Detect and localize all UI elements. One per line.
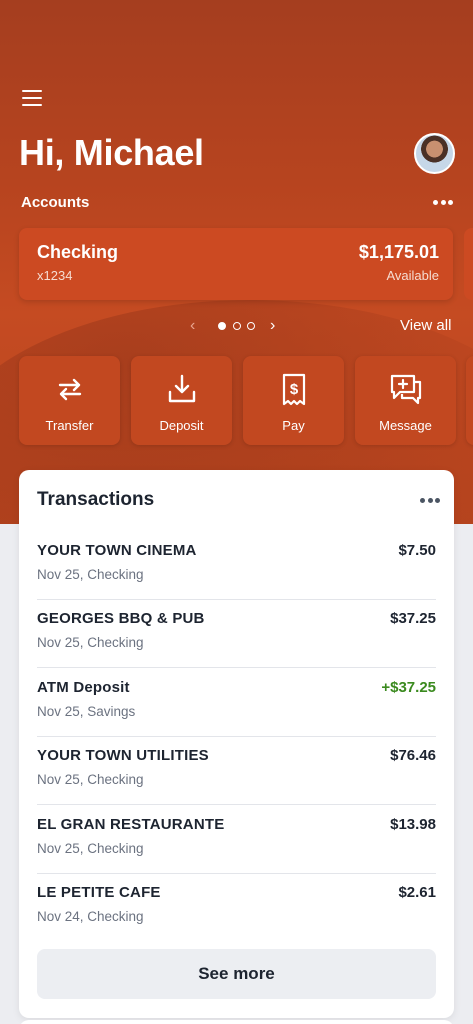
transaction-row[interactable]: ATM Deposit Nov 25, Savings +$37.25 [37,669,436,737]
transactions-more-icon[interactable] [420,497,440,503]
transaction-meta: Nov 25, Savings [37,704,136,719]
pay-button[interactable]: $ Pay [243,356,344,445]
transaction-name: LE PETITE CAFE [37,884,161,901]
account-card[interactable]: Checking x1234 $1,175.01 Available [19,228,453,300]
next-section-card [19,1020,454,1024]
account-pager: ‹ › [190,317,290,335]
transaction-meta: Nov 25, Checking [37,841,144,856]
transaction-row[interactable]: GEORGES BBQ & PUB Nov 25, Checking $37.2… [37,600,436,668]
message-add-icon [390,374,421,405]
account-balance: $1,175.01 [358,242,439,262]
chevron-right-icon[interactable]: › [270,317,275,335]
transaction-name: ATM Deposit [37,679,130,696]
pager-dot[interactable] [247,322,255,330]
transaction-amount: +$37.25 [381,679,436,696]
transaction-meta: Nov 25, Checking [37,772,144,787]
pay-label: Pay [282,418,305,433]
account-name: Checking [37,242,119,262]
greeting-title: Hi, Michael [19,132,204,173]
transaction-row[interactable]: YOUR TOWN UTILITIES Nov 25, Checking $76… [37,737,436,805]
transaction-name: EL GRAN RESTAURANTE [37,816,225,833]
accounts-label: Accounts [21,194,90,211]
transfer-button[interactable]: Transfer [19,356,120,445]
transaction-meta: Nov 25, Checking [37,635,144,650]
transaction-amount: $2.61 [398,884,436,901]
pager-dot[interactable] [218,322,226,330]
transfer-icon [58,378,81,401]
hamburger-menu-icon[interactable] [22,90,42,106]
account-number: x1234 [37,268,73,283]
deposit-icon [168,374,195,403]
view-all-link[interactable]: View all [400,317,451,334]
message-label: Message [379,418,432,433]
transaction-row[interactable]: LE PETITE CAFE Nov 24, Checking $2.61 [37,874,436,942]
transaction-name: YOUR TOWN UTILITIES [37,747,209,764]
transaction-row[interactable]: YOUR TOWN CINEMA Nov 25, Checking $7.50 [37,532,436,600]
transactions-title: Transactions [37,489,155,510]
transactions-card: Transactions YOUR TOWN CINEMA Nov 25, Ch… [19,470,454,1018]
next-account-card[interactable] [464,228,473,300]
transfer-label: Transfer [45,418,94,433]
transaction-name: YOUR TOWN CINEMA [37,542,197,559]
accounts-more-icon[interactable] [433,199,453,205]
message-button[interactable]: Message [355,356,456,445]
see-more-button[interactable]: See more [37,949,436,999]
more-actions-peek[interactable] [466,356,473,445]
transaction-name: GEORGES BBQ & PUB [37,610,205,627]
bill-icon: $ [282,373,305,406]
transaction-amount: $13.98 [390,816,436,833]
avatar[interactable] [414,133,455,174]
transaction-meta: Nov 25, Checking [37,567,144,582]
pager-dot[interactable] [233,322,241,330]
account-balance-label: Available [386,268,439,283]
deposit-label: Deposit [159,418,204,433]
transaction-amount: $37.25 [390,610,436,627]
deposit-button[interactable]: Deposit [131,356,232,445]
chevron-left-icon[interactable]: ‹ [190,317,195,335]
transaction-meta: Nov 24, Checking [37,909,144,924]
transaction-amount: $76.46 [390,747,436,764]
transaction-row[interactable]: EL GRAN RESTAURANTE Nov 25, Checking $13… [37,806,436,874]
svg-text:$: $ [289,381,298,398]
transaction-amount: $7.50 [398,542,436,559]
